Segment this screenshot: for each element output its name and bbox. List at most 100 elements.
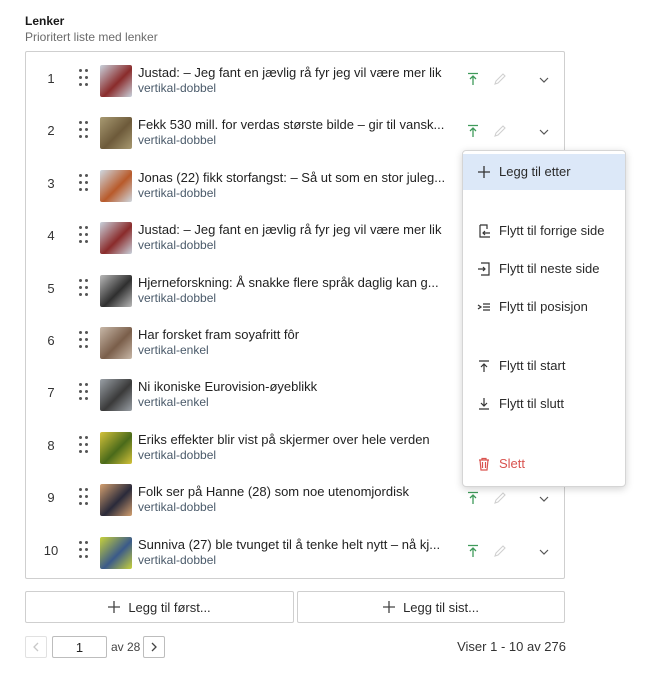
drag-handle-icon[interactable] [79, 540, 89, 559]
drag-handle-icon[interactable] [79, 331, 89, 349]
thumbnail-image [100, 117, 132, 150]
layout-type: vertikal-dobbel [138, 500, 217, 515]
chevron-down-icon[interactable] [538, 75, 550, 85]
row-number: 9 [47, 490, 55, 506]
pencil-icon[interactable] [493, 72, 507, 86]
menu-item-label: Flytt til neste side [499, 261, 600, 276]
thumbnail-image [100, 222, 132, 255]
list-title: Lenker [25, 14, 65, 28]
drag-handle-icon[interactable] [79, 173, 89, 192]
move-to-start-icon [479, 360, 489, 372]
row-number: 1 [47, 71, 55, 86]
menu-item-move-start[interactable]: Flytt til start [463, 348, 625, 384]
thumbnail-image [100, 274, 132, 307]
pencil-icon[interactable] [493, 544, 507, 558]
thumbnail-image [100, 484, 132, 517]
menu-item-label: Slett [499, 456, 526, 471]
list-subtitle: Prioritert liste med lenker [25, 30, 158, 44]
article-title[interactable]: Folk ser på Hanne (28) som noe utenomjor… [138, 483, 458, 500]
add-last-button[interactable]: Legg til sist... [297, 591, 565, 623]
drag-handle-icon[interactable] [79, 435, 89, 454]
row-number: 3 [47, 175, 55, 191]
drag-handle-icon[interactable] [79, 121, 89, 139]
menu-item-label: Flytt til slutt [499, 396, 565, 411]
article-title[interactable]: Jonas (22) fikk storfangst: – Så ut som … [138, 169, 458, 186]
row-text: Justad: – Jeg fant en jævlig rå fyr jeg … [138, 221, 458, 253]
row-text: Ni ikoniske Eurovision-øyeblikk vertikal-… [138, 378, 458, 410]
page-number-input[interactable] [52, 636, 107, 658]
article-title[interactable]: Fekk 530 mill. for verdas største bilde … [138, 116, 458, 133]
drag-handle-icon[interactable] [79, 488, 89, 506]
menu-item-move-prev-page[interactable]: Flytt til forrige side [463, 213, 625, 249]
chevron-right-icon [151, 642, 157, 652]
row-number: 6 [47, 333, 55, 348]
move-to-top-icon[interactable] [466, 124, 480, 138]
layout-type: vertikal-dobbel [138, 552, 217, 567]
layout-type: vertikal-enkel [138, 395, 209, 410]
layout-type: vertikal-dobbel [138, 81, 217, 95]
layout-type: vertikal-dobbel [138, 290, 217, 305]
row-action-menu: Legg til etter Flytt til forrige side Fl… [462, 150, 626, 487]
move-to-top-icon[interactable] [466, 72, 480, 86]
row-text: Justad: – Jeg fant en jævlig rå fyr jeg … [138, 64, 458, 96]
drag-handle-icon[interactable] [79, 69, 89, 87]
chevron-down-icon[interactable] [538, 494, 550, 504]
article-title[interactable]: Sunniva (27) ble tvunget til å tenke hel… [138, 536, 458, 553]
article-title[interactable]: Justad: – Jeg fant en jævlig rå fyr jeg … [138, 221, 458, 238]
move-next-page-icon [478, 262, 490, 276]
article-title[interactable]: Hjerneforskning: Å snakke flere språk da… [138, 274, 458, 291]
row-text: Hjerneforskning: Å snakke flere språk da… [138, 274, 458, 306]
plus-icon [108, 601, 121, 613]
add-first-label: Legg til først... [128, 599, 211, 615]
article-title[interactable]: Ni ikoniske Eurovision-øyeblikk [138, 378, 458, 395]
menu-item-move-end[interactable]: Flytt til slutt [463, 386, 625, 422]
page-count: av 28 [111, 640, 141, 654]
menu-item-add-after[interactable]: Legg til etter [463, 154, 625, 190]
row-text: Folk ser på Hanne (28) som noe utenomjor… [138, 483, 458, 515]
row-text: Har forsket fram soyafritt fôr vertikal-e… [138, 326, 458, 358]
add-last-label: Legg til sist... [403, 599, 479, 615]
thumbnail-image [100, 431, 132, 464]
move-position-icon [477, 303, 490, 311]
drag-handle-icon[interactable] [79, 278, 89, 297]
list-item[interactable]: 1 Justad: – Jeg fant en jævlig rå fyr jeg… [26, 53, 564, 105]
menu-item-label: Flytt til start [499, 358, 566, 373]
thumbnail-image [100, 327, 132, 359]
thumbnail-image [100, 169, 132, 202]
row-number: 4 [47, 228, 55, 244]
menu-item-move-next-page[interactable]: Flytt til neste side [463, 251, 625, 287]
layout-type: vertikal-dobbel [138, 133, 217, 148]
list-item[interactable]: 10 Sunniva (27) ble tvunget til å tenke h… [26, 525, 564, 577]
chevron-down-icon[interactable] [538, 547, 550, 557]
layout-type: vertikal-dobbel [138, 185, 217, 200]
drag-handle-icon[interactable] [79, 383, 89, 401]
article-title[interactable]: Justad: – Jeg fant en jævlig rå fyr jeg … [138, 64, 458, 81]
move-to-end-icon [479, 398, 489, 410]
row-number: 2 [47, 123, 55, 139]
plus-icon [383, 601, 396, 613]
menu-item-label: Flytt til posisjon [499, 299, 588, 314]
add-first-button[interactable]: Legg til først... [25, 591, 294, 623]
chevron-down-icon[interactable] [538, 127, 550, 137]
previous-page-button[interactable] [25, 636, 47, 658]
thumbnail-image [100, 65, 132, 97]
layout-type: vertikal-dobbel [138, 447, 217, 462]
pencil-icon[interactable] [493, 491, 507, 505]
move-to-top-icon[interactable] [466, 491, 480, 505]
article-title[interactable]: Eriks effekter blir vist på skjermer ove… [138, 431, 458, 448]
thumbnail-image [100, 379, 132, 412]
menu-item-move-position[interactable]: Flytt til posisjon [463, 289, 625, 325]
menu-item-label: Legg til etter [499, 164, 571, 179]
pencil-icon[interactable] [493, 124, 507, 138]
row-number: 8 [47, 437, 55, 453]
move-to-top-icon[interactable] [466, 544, 480, 558]
article-title[interactable]: Har forsket fram soyafritt fôr [138, 326, 458, 343]
list-header: Lenker Prioritert liste med lenker [25, 13, 158, 45]
drag-handle-icon[interactable] [79, 226, 89, 244]
next-page-button[interactable] [143, 636, 165, 658]
menu-item-delete[interactable]: Slett [463, 446, 625, 482]
move-previous-page-icon [479, 224, 490, 238]
row-number: 10 [43, 542, 59, 558]
trash-icon [479, 457, 489, 471]
layout-type: vertikal-enkel [138, 343, 209, 357]
